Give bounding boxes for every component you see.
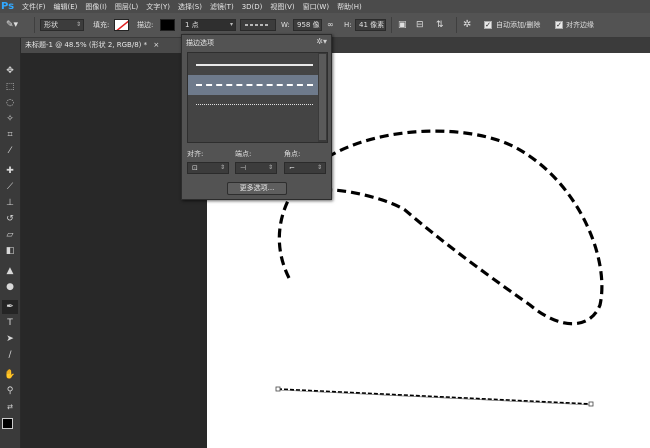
document-canvas-top[interactable] bbox=[325, 53, 650, 73]
menu-select[interactable]: 选择(S) bbox=[178, 2, 202, 12]
path-select-icon[interactable]: ➤ bbox=[2, 332, 18, 346]
height-field[interactable]: 41 像素 bbox=[355, 19, 386, 31]
tool-mode-value: 形状 bbox=[44, 21, 58, 29]
history-brush-icon[interactable]: ↺ bbox=[2, 212, 18, 226]
menu-layer[interactable]: 图层(L) bbox=[115, 2, 138, 12]
path-alignment-icon[interactable]: ⊟ bbox=[416, 19, 424, 31]
close-icon[interactable]: × bbox=[153, 41, 159, 49]
stroke-preset-solid[interactable] bbox=[188, 55, 319, 75]
chevron-down-icon: ⇕ bbox=[75, 21, 81, 28]
move-icon[interactable]: ✥ bbox=[2, 64, 18, 78]
pen-icon[interactable]: ✒ bbox=[2, 300, 18, 314]
lasso-icon[interactable]: ◌ bbox=[2, 96, 18, 110]
app-logo: Ps bbox=[1, 1, 15, 12]
menu-edit[interactable]: 编辑(E) bbox=[54, 2, 78, 12]
stroke-options-panel: 描边选项 ✲▾ 对齐: 端点: 角点: ⊡ ⇕ ⊣ ⇕ ⌐ ⇕ 更多选项... bbox=[181, 34, 332, 200]
line-shape-icon[interactable]: ∕ bbox=[2, 348, 18, 362]
height-label: H: bbox=[344, 21, 352, 29]
path-operations-icon[interactable]: ▣ bbox=[398, 19, 407, 31]
chevron-down-icon: ⇕ bbox=[267, 164, 273, 171]
no-fill-icon bbox=[116, 20, 128, 30]
align-edges-label: 对齐边缘 bbox=[566, 21, 594, 29]
gradient-icon[interactable]: ◧ bbox=[2, 244, 18, 258]
pen-tool-preset-icon[interactable]: ✎▾ bbox=[6, 19, 18, 31]
stroke-preset-list bbox=[187, 52, 328, 143]
menu-bar: Ps 文件(F) 编辑(E) 图像(I) 图层(L) 文字(Y) 选择(S) 滤… bbox=[0, 0, 650, 13]
tools-panel: ✥ ⬚ ◌ ✧ ⌗ ⁄ ✚ ⟋ ⊥ ↺ ▱ ◧ ▲ ● ✒ T ➤ ∕ ✋ ⚲ … bbox=[0, 38, 21, 448]
zoom-icon[interactable]: ⚲ bbox=[2, 384, 18, 398]
stroke-swatch[interactable] bbox=[160, 19, 175, 31]
align-select[interactable]: ⊡ ⇕ bbox=[187, 162, 229, 174]
menu-file[interactable]: 文件(F) bbox=[22, 2, 46, 12]
align-label: 对齐: bbox=[187, 150, 204, 158]
align-center-icon: ⊡ bbox=[192, 164, 198, 172]
link-icon[interactable]: ∞ bbox=[327, 19, 334, 31]
miter-join-icon: ⌐ bbox=[289, 164, 295, 172]
solid-line-icon bbox=[196, 64, 313, 66]
quick-select-icon[interactable]: ✧ bbox=[2, 112, 18, 126]
caps-select[interactable]: ⊣ ⇕ bbox=[235, 162, 277, 174]
menu-image[interactable]: 图像(I) bbox=[85, 2, 107, 12]
corners-select[interactable]: ⌐ ⇕ bbox=[284, 162, 326, 174]
divider bbox=[34, 17, 35, 33]
hand-icon[interactable]: ✋ bbox=[2, 368, 18, 382]
document-tab-bar: 未标题-1 @ 48.5% (形状 2, RGB/8) * × bbox=[21, 38, 650, 53]
gear-icon[interactable]: ✲ bbox=[463, 19, 471, 31]
marquee-icon[interactable]: ⬚ bbox=[2, 80, 18, 94]
foreground-color-swatch[interactable] bbox=[2, 418, 13, 429]
stamp-icon[interactable]: ⊥ bbox=[2, 196, 18, 210]
tool-mode-select[interactable]: 形状 ⇕ bbox=[40, 19, 84, 31]
menu-3d[interactable]: 3D(D) bbox=[242, 3, 263, 11]
auto-add-delete-label: 自动添加/删除 bbox=[496, 21, 541, 29]
stroke-preset-dashed[interactable] bbox=[188, 75, 319, 95]
fill-label: 填充: bbox=[93, 21, 110, 29]
healing-icon[interactable]: ✚ bbox=[2, 164, 18, 178]
caps-label: 端点: bbox=[235, 150, 252, 158]
brush-icon[interactable]: ⟋ bbox=[2, 180, 18, 194]
menu-filter[interactable]: 滤镜(T) bbox=[210, 2, 234, 12]
scrollbar-thumb[interactable] bbox=[319, 54, 326, 140]
stroke-preset-empty[interactable] bbox=[188, 115, 319, 135]
stroke-type-select[interactable] bbox=[240, 19, 276, 31]
auto-add-delete-checkbox[interactable]: ✓ bbox=[484, 21, 492, 29]
path-arrangement-icon[interactable]: ⇅ bbox=[436, 19, 444, 31]
fill-swatch[interactable] bbox=[114, 19, 129, 31]
dashed-line-icon bbox=[245, 24, 270, 26]
divider bbox=[391, 17, 392, 33]
dotted-line-icon bbox=[196, 104, 313, 105]
butt-cap-icon: ⊣ bbox=[240, 164, 247, 172]
stroke-label: 描边: bbox=[137, 21, 154, 29]
more-options-button[interactable]: 更多选项... bbox=[227, 182, 287, 195]
stroke-options-title: 描边选项 bbox=[186, 39, 214, 47]
stroke-preset-dotted[interactable] bbox=[188, 95, 319, 115]
menu-help[interactable]: 帮助(H) bbox=[337, 2, 362, 12]
corners-label: 角点: bbox=[284, 150, 301, 158]
menu-type[interactable]: 文字(Y) bbox=[146, 2, 170, 12]
preset-scrollbar[interactable] bbox=[318, 53, 327, 142]
chevron-down-icon: ⇕ bbox=[219, 164, 225, 171]
swap-colors-icon[interactable]: ⇄ bbox=[2, 400, 18, 414]
stroke-width-value: 1 点 bbox=[185, 21, 199, 29]
eyedropper-icon[interactable]: ⁄ bbox=[2, 144, 18, 158]
gear-icon[interactable]: ✲▾ bbox=[316, 37, 327, 46]
align-edges-checkbox[interactable]: ✓ bbox=[555, 21, 563, 29]
blur-icon[interactable]: ▲ bbox=[2, 264, 18, 278]
stroke-width-field[interactable]: 1 点 ▾ bbox=[181, 19, 236, 31]
document-tab-title: 未标题-1 @ 48.5% (形状 2, RGB/8) * bbox=[25, 41, 148, 49]
document-tab[interactable]: 未标题-1 @ 48.5% (形状 2, RGB/8) * × bbox=[21, 38, 181, 53]
eraser-icon[interactable]: ▱ bbox=[2, 228, 18, 242]
width-label: W: bbox=[281, 21, 290, 29]
crop-icon[interactable]: ⌗ bbox=[2, 128, 18, 142]
chevron-down-icon: ⇕ bbox=[316, 164, 322, 171]
chevron-down-icon: ▾ bbox=[229, 21, 233, 28]
dodge-icon[interactable]: ● bbox=[2, 280, 18, 294]
width-field[interactable]: 958 像 bbox=[293, 19, 322, 31]
height-value: 41 像素 bbox=[359, 21, 385, 29]
divider bbox=[456, 17, 457, 33]
type-icon[interactable]: T bbox=[2, 316, 18, 330]
width-value: 958 像 bbox=[297, 21, 320, 29]
menu-window[interactable]: 窗口(W) bbox=[303, 2, 329, 12]
dashed-line-icon bbox=[196, 84, 313, 86]
menu-view[interactable]: 视图(V) bbox=[270, 2, 294, 12]
